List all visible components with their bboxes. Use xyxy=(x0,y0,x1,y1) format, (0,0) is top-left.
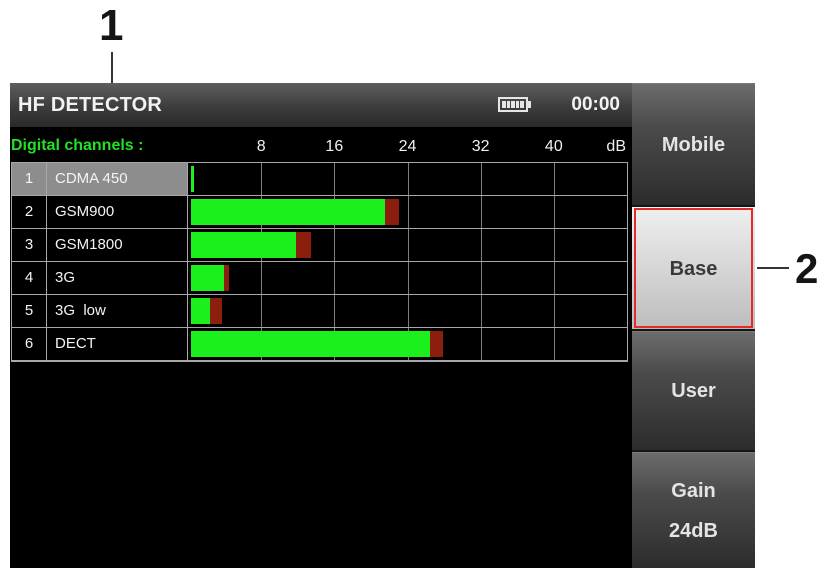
peak-marker xyxy=(223,265,230,291)
channel-name: GSM900 xyxy=(47,196,188,228)
battery-segment xyxy=(520,101,524,108)
channel-level-meter xyxy=(188,295,627,327)
channel-name: 3G low xyxy=(47,295,188,327)
channel-row[interactable]: 5 3G low xyxy=(12,295,627,328)
channel-row[interactable]: 1 CDMA 450 xyxy=(12,163,627,196)
user-button-label: User xyxy=(671,380,716,402)
callout-2-leader-line xyxy=(757,267,789,269)
peak-marker xyxy=(384,199,400,225)
channel-name: CDMA 450 xyxy=(47,163,188,195)
gain-value: 24dB xyxy=(669,519,718,542)
scale-tick-label: 24 xyxy=(398,138,417,155)
peak-marker xyxy=(430,331,444,357)
title-bar: HF DETECTOR 00:00 xyxy=(10,83,632,127)
level-bar xyxy=(191,199,385,225)
channel-level-meter xyxy=(188,328,627,360)
scale-tick-label: 16 xyxy=(325,138,344,155)
channel-number: 4 xyxy=(12,262,47,294)
channel-name: 3G xyxy=(47,262,188,294)
level-bar xyxy=(191,166,194,192)
callout-number-1: 1 xyxy=(99,1,124,50)
channel-number: 3 xyxy=(12,229,47,261)
user-button[interactable]: User xyxy=(632,331,755,450)
channel-level-meter xyxy=(188,229,627,261)
channel-row[interactable]: 4 3G xyxy=(12,262,627,295)
mobile-button-label: Mobile xyxy=(661,133,726,156)
battery-segment xyxy=(506,101,511,108)
scale-tick-label: 40 xyxy=(544,138,563,155)
peak-marker xyxy=(295,232,311,258)
channel-number: 6 xyxy=(12,328,47,360)
level-bar xyxy=(191,232,296,258)
channel-number: 1 xyxy=(12,163,47,195)
battery-icon xyxy=(498,97,528,112)
channel-row[interactable]: 3 GSM1800 xyxy=(12,229,627,262)
channel-number: 2 xyxy=(12,196,47,228)
level-bar xyxy=(191,265,224,291)
channel-level-meter xyxy=(188,262,627,294)
channel-level-meter xyxy=(188,163,627,195)
channel-row[interactable]: 6 DECT xyxy=(12,328,627,361)
callout-highlight-box xyxy=(634,208,753,328)
callout-1-leader-line xyxy=(111,52,113,85)
gain-button[interactable]: Gain 24dB xyxy=(632,452,755,568)
battery-terminal xyxy=(528,101,531,108)
level-bar xyxy=(191,298,210,324)
channel-name: GSM1800 xyxy=(47,229,188,261)
scale-tick-label: 32 xyxy=(471,138,490,155)
battery-segment xyxy=(502,101,506,108)
scale-tick-label: 8 xyxy=(256,138,266,155)
scale-unit-label: dB xyxy=(606,138,626,155)
channel-name: DECT xyxy=(47,328,188,360)
app-title: HF DETECTOR xyxy=(18,94,163,116)
channel-row[interactable]: 2 GSM900 xyxy=(12,196,627,229)
channel-number: 5 xyxy=(12,295,47,327)
level-bar xyxy=(191,331,431,357)
mobile-button[interactable]: Mobile xyxy=(632,83,755,205)
battery-segment xyxy=(515,101,520,108)
section-label: Digital channels : xyxy=(11,137,144,154)
channel-level-meter xyxy=(188,196,627,228)
callout-number-2: 2 xyxy=(795,245,819,292)
gain-button-label: Gain xyxy=(671,479,716,502)
channel-table: 1 CDMA 450 2 GSM900 3 GSM1800 4 3G 5 3G … xyxy=(11,162,628,362)
detector-screen: HF DETECTOR 00:00 Digital channels : 8 1… xyxy=(10,83,632,568)
battery-segment xyxy=(511,101,515,108)
clock: 00:00 xyxy=(571,94,620,115)
peak-marker xyxy=(209,298,222,324)
